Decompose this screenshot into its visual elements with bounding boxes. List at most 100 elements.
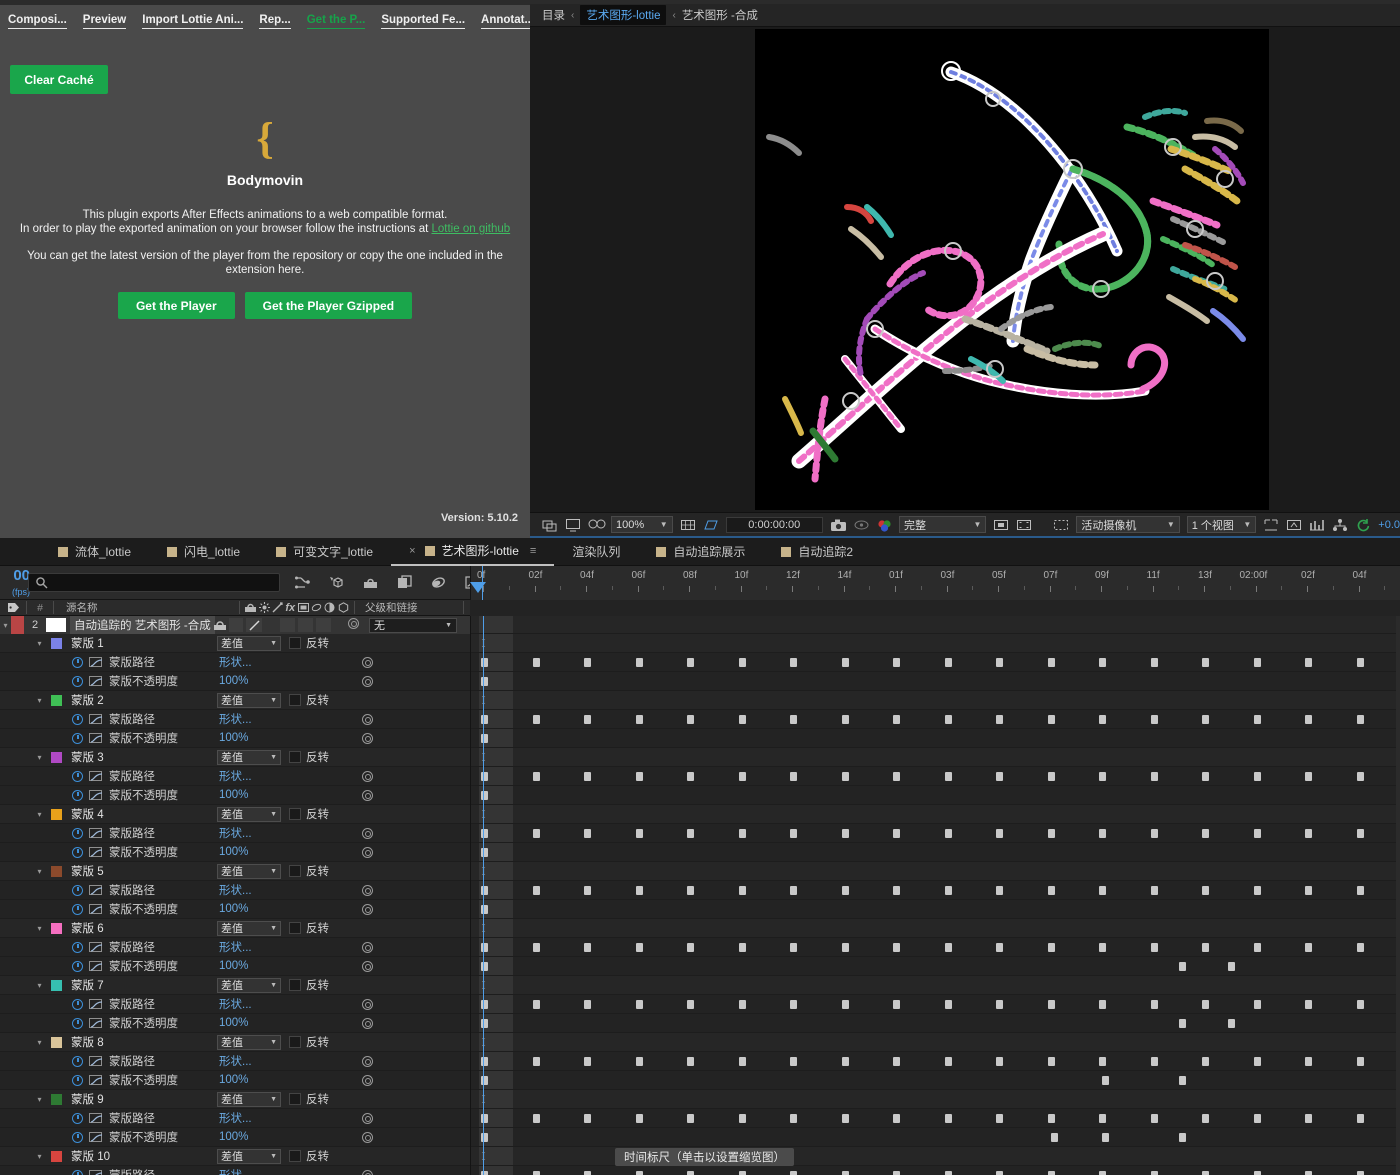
expression-spiral-icon[interactable] xyxy=(362,1055,373,1067)
playhead-marker[interactable] xyxy=(470,582,486,593)
layer-color-chip[interactable] xyxy=(11,616,24,634)
keyframe-marker[interactable] xyxy=(738,715,746,724)
keyframe-marker[interactable] xyxy=(738,1114,746,1123)
keyframe-marker[interactable] xyxy=(893,1000,900,1009)
graph-editor-toggle-icon[interactable] xyxy=(89,1113,103,1123)
comp-tab-6[interactable]: 自动追踪2 xyxy=(763,538,871,566)
keyframe-row-mask-opacity-7[interactable] xyxy=(471,1014,1400,1033)
keyframe-row-mask-10[interactable] xyxy=(471,1147,1400,1166)
expression-spiral-icon[interactable] xyxy=(362,713,373,725)
keyframe-marker[interactable] xyxy=(1305,1057,1312,1066)
keyframe-marker[interactable] xyxy=(738,1057,746,1066)
keyframe-row-layer[interactable] xyxy=(471,616,1400,634)
keyframe-marker[interactable] xyxy=(893,1114,900,1123)
mask-mode-select[interactable]: 差值 ▼ xyxy=(217,920,281,936)
keyframe-marker[interactable] xyxy=(790,1171,797,1175)
keyframe-marker[interactable] xyxy=(1356,1057,1364,1066)
mask-path-row-4[interactable]: 蒙版路径 形状... xyxy=(0,824,470,843)
index-column-header[interactable]: # xyxy=(27,600,53,616)
graph-editor-toggle-icon[interactable] xyxy=(89,847,103,857)
mask-name[interactable]: 蒙版 6 xyxy=(71,920,104,936)
current-time-field[interactable]: 0:00:00:00 xyxy=(725,516,823,533)
mask-opacity-value[interactable]: 100% xyxy=(219,1131,248,1143)
keyframe-marker[interactable] xyxy=(790,829,797,838)
keyframe-marker[interactable] xyxy=(687,1171,694,1175)
mask-mode-select[interactable]: 差值 ▼ xyxy=(217,806,281,822)
layer-twirl-icon[interactable]: ▾ xyxy=(0,621,11,630)
zoom-select[interactable]: 100% ▼ xyxy=(611,516,673,533)
breadcrumb-item-1[interactable]: 艺术图形-lottie xyxy=(580,5,667,25)
graph-editor-toggle-icon[interactable] xyxy=(89,1018,103,1028)
keyframe-marker[interactable] xyxy=(635,1057,643,1066)
mask-color-chip[interactable] xyxy=(51,922,62,934)
keyframe-marker[interactable] xyxy=(687,1057,694,1066)
show-snapshot-icon[interactable] xyxy=(853,518,869,532)
expression-spiral-icon[interactable] xyxy=(362,789,373,801)
keyframe-marker[interactable] xyxy=(1150,1114,1158,1123)
comp-tab-5[interactable]: 自动追踪展示 xyxy=(638,538,763,566)
keyframe-marker[interactable] xyxy=(1102,1133,1109,1142)
keyframe-marker[interactable] xyxy=(1179,962,1186,971)
expression-spiral-icon[interactable] xyxy=(362,846,373,858)
keyframe-marker[interactable] xyxy=(1202,943,1209,952)
keyframe-marker[interactable] xyxy=(1099,1057,1106,1066)
grid-guides-icon[interactable] xyxy=(680,518,696,532)
mask-invert-checkbox[interactable] xyxy=(289,922,301,934)
quality-icon[interactable] xyxy=(272,602,283,613)
keyframe-marker[interactable] xyxy=(996,1057,1003,1066)
keyframe-marker[interactable] xyxy=(1253,886,1261,895)
fast-previews-icon[interactable] xyxy=(1286,518,1302,532)
mask-mode-select[interactable]: 差值 ▼ xyxy=(217,863,281,879)
keyframe-marker[interactable] xyxy=(1150,1057,1158,1066)
keyframe-marker[interactable] xyxy=(841,715,849,724)
graph-editor-toggle-icon[interactable] xyxy=(89,885,103,895)
mask-invert-checkbox[interactable] xyxy=(289,979,301,991)
channels-icon[interactable] xyxy=(876,518,892,532)
keyframe-marker[interactable] xyxy=(1356,715,1364,724)
viewer-canvas-area[interactable] xyxy=(530,27,1400,512)
mask-twirl-icon[interactable]: ▾ xyxy=(34,867,45,876)
close-icon[interactable]: × xyxy=(409,545,415,557)
plugin-tab-1[interactable]: Preview xyxy=(82,13,127,29)
keyframe-marker[interactable] xyxy=(944,772,952,781)
mask-color-chip[interactable] xyxy=(51,1036,62,1048)
keyframe-marker[interactable] xyxy=(584,1114,591,1123)
keyframe-marker[interactable] xyxy=(1047,772,1055,781)
keyframe-marker[interactable] xyxy=(532,658,540,667)
main-view-icon[interactable] xyxy=(565,518,581,532)
always-preview-icon[interactable] xyxy=(542,518,558,532)
comp-tab-1[interactable]: 闪电_lottie xyxy=(149,538,258,566)
keyframe-row-mask-8[interactable] xyxy=(471,1033,1400,1052)
keyframe-marker[interactable] xyxy=(532,772,540,781)
mask-path-row-1[interactable]: 蒙版路径 形状... xyxy=(0,653,470,672)
mask-invert-checkbox[interactable] xyxy=(289,865,301,877)
expression-spiral-icon[interactable] xyxy=(362,903,373,915)
keyframe-row-mask-opacity-4[interactable] xyxy=(471,843,1400,862)
stopwatch-icon[interactable] xyxy=(72,713,83,725)
parent-column-header[interactable]: 父级和链接 xyxy=(355,600,463,616)
keyframe-marker[interactable] xyxy=(1150,829,1158,838)
keyframe-row-mask-opacity-1[interactable] xyxy=(471,672,1400,691)
keyframe-marker[interactable] xyxy=(790,658,797,667)
mask-opacity-value[interactable]: 100% xyxy=(219,732,248,744)
keyframe-marker[interactable] xyxy=(893,1057,900,1066)
mask-row-9[interactable]: ▾ 蒙版 9 差值 ▼ 反转 xyxy=(0,1090,470,1109)
stopwatch-icon[interactable] xyxy=(72,903,83,915)
stopwatch-icon[interactable] xyxy=(72,770,83,782)
mask-path-row-3[interactable]: 蒙版路径 形状... xyxy=(0,767,470,786)
keyframe-marker[interactable] xyxy=(1099,886,1106,895)
motion-blur-switch-icon[interactable] xyxy=(311,602,322,613)
mask-path-row-2[interactable]: 蒙版路径 形状... xyxy=(0,710,470,729)
mask-invert-checkbox[interactable] xyxy=(289,1036,301,1048)
toggle-transparency-grid-icon[interactable] xyxy=(993,518,1009,532)
expression-spiral-icon[interactable] xyxy=(362,941,373,953)
keyframe-marker[interactable] xyxy=(584,772,591,781)
stopwatch-icon[interactable] xyxy=(72,846,83,858)
mask-opacity-row-8[interactable]: 蒙版不透明度 100% xyxy=(0,1071,470,1090)
keyframe-marker[interactable] xyxy=(738,886,746,895)
keyframe-marker[interactable] xyxy=(944,1000,952,1009)
keyframe-marker[interactable] xyxy=(1356,886,1364,895)
keyframe-marker[interactable] xyxy=(1356,1000,1364,1009)
keyframe-marker[interactable] xyxy=(1047,658,1055,667)
keyframe-marker[interactable] xyxy=(1150,1000,1158,1009)
